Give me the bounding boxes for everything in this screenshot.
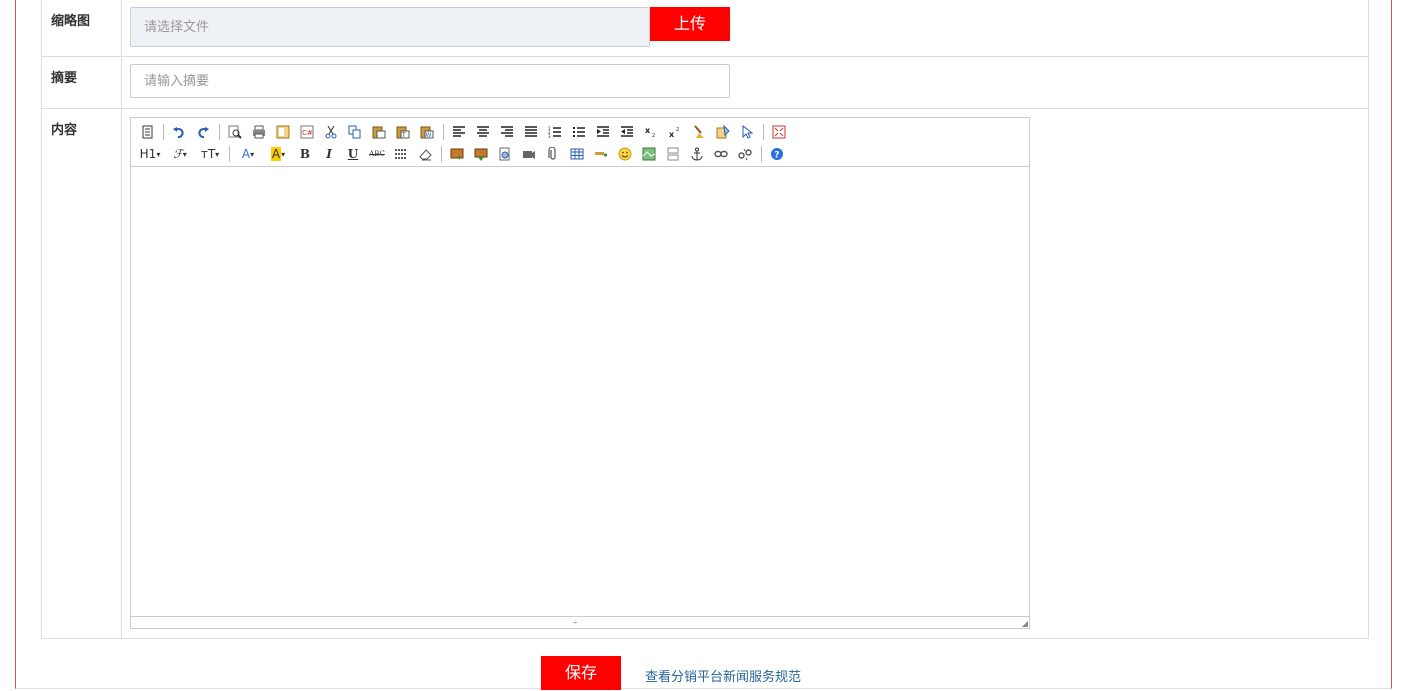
image-icon[interactable]	[447, 144, 467, 164]
paste-word-icon[interactable]: W	[417, 122, 437, 142]
content-row: 内容 C# T W 1 2 3 x 2 x 2 H1 ▾ ℱ ▾ тT ▾ A …	[42, 108, 1368, 638]
emoticon-icon[interactable]	[615, 144, 635, 164]
font-size-icon[interactable]: тT ▾	[197, 144, 223, 164]
upload-button[interactable]: 上传	[650, 7, 730, 41]
toolbar-separator	[229, 146, 230, 162]
font-size-label: тT	[200, 147, 216, 161]
cut-icon[interactable]	[321, 122, 341, 142]
bold-icon[interactable]: B	[295, 144, 315, 164]
text-color-icon[interactable]: A ▾	[235, 144, 261, 164]
italic-icon[interactable]: I	[319, 144, 339, 164]
font-family-icon[interactable]: ℱ ▾	[167, 144, 193, 164]
fullscreen-icon[interactable]	[769, 122, 789, 142]
highlight-color-icon[interactable]: A ▾	[265, 144, 291, 164]
svg-text:?: ?	[774, 151, 779, 161]
highlight-color-label: A	[270, 147, 282, 161]
quick-format-icon[interactable]	[713, 122, 733, 142]
print-icon[interactable]	[249, 122, 269, 142]
eraser-icon[interactable]	[415, 144, 435, 164]
align-center-icon[interactable]	[473, 122, 493, 142]
anchor-icon[interactable]	[687, 144, 707, 164]
redo-icon[interactable]	[193, 122, 213, 142]
svg-text:C#: C#	[302, 129, 313, 137]
outdent-icon[interactable]	[617, 122, 637, 142]
editor-toolbar: C# T W 123 x 2 x 2 H1 ▾ ℱ ▾ тT ▾ A ▾ A ▾…	[131, 118, 1029, 167]
summary-cell: 请输入摘要	[122, 57, 1368, 108]
content-label: 内容	[42, 109, 122, 638]
rich-text-editor: C# T W 123 x 2 x 2 H1 ▾ ℱ ▾ тT ▾ A ▾ A ▾…	[130, 117, 1030, 629]
strikethrough-icon[interactable]: ABC	[367, 144, 387, 164]
underline-icon[interactable]: U	[343, 144, 363, 164]
editor-status-bar: ÷ ◢	[131, 616, 1029, 628]
ordered-list-icon[interactable]: 123	[545, 122, 565, 142]
form-table: 缩略图 请选择文件 上传 摘要 请输入摘要 内容 C# T W 1 2 3 x …	[41, 0, 1369, 639]
toolbar-separator	[443, 124, 444, 140]
toolbar-separator	[763, 124, 764, 140]
heading-label: H1	[139, 147, 157, 161]
table-icon[interactable]	[567, 144, 587, 164]
resize-handle-icon[interactable]: ◢	[1022, 620, 1028, 628]
toolbar-row-2: H1 ▾ ℱ ▾ тT ▾ A ▾ A ▾ B I U ABC ?	[137, 143, 1023, 165]
svg-text:x: x	[669, 130, 675, 139]
svg-text:2: 2	[652, 133, 655, 139]
code-icon[interactable]: C#	[297, 122, 317, 142]
thumbnail-label: 缩略图	[42, 0, 122, 56]
summary-label: 摘要	[42, 57, 122, 108]
font-family-label: ℱ	[173, 147, 183, 161]
template-icon[interactable]	[273, 122, 293, 142]
text-color-label: A	[241, 147, 251, 161]
news-service-standard-link[interactable]: 查看分销平台新闻服务规范	[645, 666, 801, 685]
save-button[interactable]: 保存	[541, 656, 621, 690]
select-all-icon[interactable]	[737, 122, 757, 142]
content-cell: C# T W 123 x 2 x 2 H1 ▾ ℱ ▾ тT ▾ A ▾ A ▾…	[122, 109, 1368, 638]
copy-icon[interactable]	[345, 122, 365, 142]
toolbar-separator	[761, 146, 762, 162]
svg-text:3: 3	[548, 134, 551, 139]
undo-icon[interactable]	[169, 122, 189, 142]
toolbar-separator	[219, 124, 220, 140]
source-icon[interactable]	[137, 122, 157, 142]
justify-icon[interactable]	[521, 122, 541, 142]
svg-text:T: T	[401, 132, 406, 139]
thumbnail-cell: 请选择文件 上传	[122, 0, 1368, 56]
help-icon[interactable]: ?	[767, 144, 787, 164]
flash-icon[interactable]	[495, 144, 515, 164]
horizontal-rule-icon[interactable]	[591, 144, 611, 164]
thumbnail-file-input[interactable]: 请选择文件	[130, 7, 650, 47]
heading-icon[interactable]: H1 ▾	[137, 144, 163, 164]
line-height-icon[interactable]	[391, 144, 411, 164]
subscript-icon[interactable]: x2	[641, 122, 661, 142]
summary-row: 摘要 请输入摘要	[42, 56, 1368, 108]
drag-grip-icon[interactable]: ÷	[573, 618, 577, 628]
unlink-icon[interactable]	[735, 144, 755, 164]
toolbar-separator	[163, 124, 164, 140]
preview-icon[interactable]	[225, 122, 245, 142]
svg-text:2: 2	[676, 127, 679, 133]
baidu-map-icon[interactable]	[639, 144, 659, 164]
svg-text:W: W	[426, 132, 432, 139]
toolbar-row-1: C# T W 123 x 2 x 2	[137, 121, 1023, 143]
summary-input[interactable]: 请输入摘要	[130, 64, 730, 98]
link-icon[interactable]	[711, 144, 731, 164]
align-right-icon[interactable]	[497, 122, 517, 142]
thumbnail-row: 缩略图 请选择文件 上传	[42, 0, 1368, 56]
multi-image-icon[interactable]	[471, 144, 491, 164]
unordered-list-icon[interactable]	[569, 122, 589, 142]
svg-text:x: x	[645, 126, 651, 135]
indent-icon[interactable]	[593, 122, 613, 142]
clear-format-icon[interactable]	[689, 122, 709, 142]
page-break-icon[interactable]	[663, 144, 683, 164]
paste-icon[interactable]	[369, 122, 389, 142]
editor-content-area[interactable]	[131, 167, 1029, 615]
media-icon[interactable]	[519, 144, 539, 164]
toolbar-separator	[441, 146, 442, 162]
attachment-icon[interactable]	[543, 144, 563, 164]
align-left-icon[interactable]	[449, 122, 469, 142]
paste-text-icon[interactable]: T	[393, 122, 413, 142]
superscript-icon[interactable]: x2	[665, 122, 685, 142]
